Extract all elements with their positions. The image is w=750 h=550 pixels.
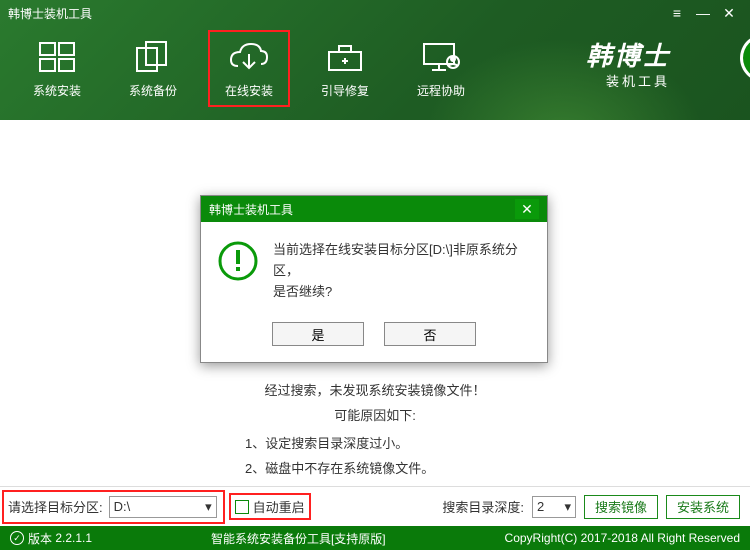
brand-sub: 装机工具 [586,71,670,90]
chevron-down-icon: ▾ [564,499,571,515]
close-button[interactable]: ✕ [716,3,742,23]
brand-logo-icon [738,32,750,84]
reason-title: 可能原因如下: [50,405,700,424]
tool-system-backup[interactable]: 系统备份 [114,32,192,105]
dialog-text-line1: 当前选择在线安装目标分区[D:\]非原系统分区， [273,240,531,282]
copy-icon [130,38,176,76]
tool-system-install[interactable]: 系统安装 [18,32,96,105]
notfound-message: 经过搜索，未发现系统安装镜像文件！ [50,380,700,399]
auto-restart-checkbox[interactable] [235,500,249,514]
menu-button[interactable]: ≡ [664,3,690,23]
status-mid-text: 智能系统安装备份工具[支持原版] [92,530,504,547]
auto-restart-group: 自动重启 [231,495,309,518]
tool-label: 系统安装 [33,82,81,99]
titlebar: 韩博士装机工具 ≡ — ✕ [0,0,750,26]
dialog-message: 当前选择在线安装目标分区[D:\]非原系统分区， 是否继续? [273,240,531,302]
dialog-titlebar: 韩博士装机工具 ✕ [201,196,547,222]
install-system-button[interactable]: 安装系统 [666,495,740,519]
remote-monitor-icon [418,38,464,76]
search-depth-label: 搜索目录深度: [442,497,524,516]
target-partition-value: D:\ [114,499,131,514]
toolbox-icon [322,38,368,76]
dialog-title: 韩博士装机工具 [209,201,515,218]
search-image-button[interactable]: 搜索镜像 [584,495,658,519]
reason-item: 1、设定搜索目录深度过小。 [245,432,505,457]
brand: 韩博士 装机工具 [586,36,730,90]
bottom-bar: 请选择目标分区: D:\ ▾ 自动重启 搜索目录深度: 2 ▾ 搜索镜像 安装系… [0,486,750,526]
dialog-no-button[interactable]: 否 [384,322,476,346]
search-depth-value: 2 [537,499,544,514]
dialog-yes-button[interactable]: 是 [272,322,364,346]
tool-label: 引导修复 [321,82,369,99]
version-label: 版本 [28,530,52,547]
tool-label: 远程协助 [417,82,465,99]
chevron-down-icon: ▾ [205,499,212,515]
version-icon: ✓ [10,531,24,545]
target-partition-group: 请选择目标分区: D:\ ▾ [4,492,223,522]
dialog-close-button[interactable]: ✕ [515,199,539,219]
tool-label: 系统备份 [129,82,177,99]
statusbar: ✓ 版本 2.2.1.1 智能系统安装备份工具[支持原版] CopyRight(… [0,526,750,550]
reason-item: 2、磁盘中不存在系统镜像文件。 [245,457,505,482]
windows-icon [34,38,80,76]
warning-icon [217,240,259,282]
target-partition-select[interactable]: D:\ ▾ [109,496,217,518]
target-partition-label: 请选择目标分区: [8,497,103,516]
copyright-text: CopyRight(C) 2017-2018 All Right Reserve… [505,531,740,545]
cloud-download-icon [226,38,272,76]
version-number: 2.2.1.1 [55,531,92,545]
tool-label: 在线安装 [225,82,273,99]
tool-boot-repair[interactable]: 引导修复 [306,32,384,105]
tool-online-install[interactable]: 在线安装 [210,32,288,105]
search-depth-select[interactable]: 2 ▾ [532,496,576,518]
dialog-text-line2: 是否继续? [273,282,531,303]
minimize-button[interactable]: — [690,3,716,23]
confirm-dialog: 韩博士装机工具 ✕ 当前选择在线安装目标分区[D:\]非原系统分区， 是否继续?… [200,195,548,363]
brand-name: 韩博士 [586,36,670,73]
window-title: 韩博士装机工具 [8,5,664,22]
tool-remote-assist[interactable]: 远程协助 [402,32,480,105]
auto-restart-label: 自动重启 [253,497,305,516]
